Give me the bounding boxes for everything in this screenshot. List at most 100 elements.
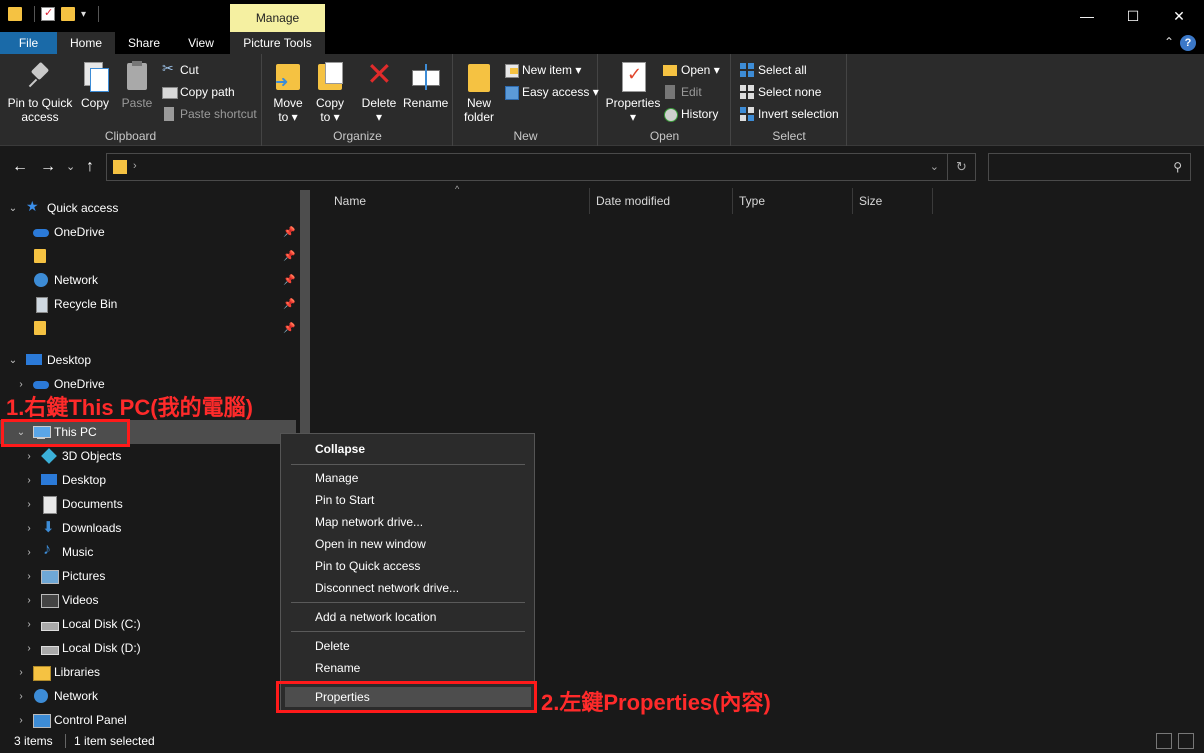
move-to-button[interactable]: Move to ▾ (271, 60, 305, 124)
pinned-icon[interactable]: 📌 (283, 227, 295, 238)
nav-desktop[interactable]: ⌄ Desktop (0, 348, 296, 372)
new-folder-icon[interactable] (61, 7, 75, 21)
column-header-type[interactable]: Type (733, 188, 853, 214)
nav-control-panel[interactable]: › Control Panel (0, 708, 296, 729)
collapsed-chevron-icon[interactable]: › (14, 379, 28, 390)
nav-label: 3D Objects (62, 449, 122, 463)
pinned-icon[interactable]: 📌 (283, 275, 295, 286)
menu-item-add-network-location[interactable]: Add a network location (315, 606, 436, 628)
properties-icon[interactable] (41, 6, 55, 21)
nav-network[interactable]: › Network (0, 684, 296, 708)
collapsed-chevron-icon[interactable]: › (22, 547, 36, 558)
properties-button[interactable]: Properties ▾ (603, 60, 663, 124)
nav-qa-recycle-bin[interactable]: Recycle Bin 📌 (0, 292, 296, 316)
tab-home[interactable]: Home (57, 32, 115, 54)
minimize-button[interactable]: — (1064, 0, 1110, 32)
nav-music[interactable]: › Music (0, 540, 296, 564)
nav-pc-desktop[interactable]: › Desktop (0, 468, 296, 492)
pin-to-quick-access-button[interactable]: Pin to Quick access (6, 60, 74, 124)
edit-button[interactable]: Edit (663, 82, 702, 102)
expanded-chevron-icon[interactable]: ⌄ (6, 355, 20, 366)
paste-button[interactable]: Paste (118, 60, 156, 110)
minimize-ribbon-chevron-icon[interactable]: ⌃ (1164, 35, 1174, 49)
nav-quick-access[interactable]: ⌄ Quick access (0, 196, 296, 220)
nav-documents[interactable]: › Documents (0, 492, 296, 516)
collapsed-chevron-icon[interactable]: › (14, 715, 28, 726)
back-arrow-icon[interactable]: ← (12, 158, 28, 176)
nav-libraries[interactable]: › Libraries (0, 660, 296, 684)
tab-file[interactable]: File (0, 32, 57, 54)
tab-view[interactable]: View (173, 32, 229, 54)
new-folder-button[interactable]: New folder (462, 60, 496, 124)
collapsed-chevron-icon[interactable]: › (22, 499, 36, 510)
maximize-button[interactable]: ☐ (1110, 0, 1156, 32)
menu-item-open-in-new-window[interactable]: Open in new window (315, 533, 426, 555)
scrollbar-thumb[interactable] (300, 190, 310, 440)
manage-contextual-tab[interactable]: Manage (230, 4, 325, 32)
menu-item-map-network-drive[interactable]: Map network drive... (315, 511, 423, 533)
delete-button[interactable]: Delete ▾ (359, 58, 399, 124)
menu-item-delete[interactable]: Delete (315, 635, 350, 657)
easy-access-icon (504, 85, 519, 100)
customize-toolbar-chevron-icon[interactable]: ▾ (81, 9, 86, 20)
tab-picture-tools[interactable]: Picture Tools (230, 32, 325, 54)
open-button[interactable]: Open ▾ (663, 60, 720, 80)
collapsed-chevron-icon[interactable]: › (22, 595, 36, 606)
nav-qa-folder-2[interactable]: 📌 (0, 316, 296, 340)
forward-arrow-icon[interactable]: → (40, 158, 56, 176)
up-arrow-icon[interactable]: ↑ (86, 158, 94, 176)
menu-item-pin-to-quick-access[interactable]: Pin to Quick access (315, 555, 420, 577)
pinned-icon[interactable]: 📌 (283, 251, 295, 262)
large-icons-view-icon[interactable] (1178, 733, 1194, 749)
address-dropdown-chevron-icon[interactable]: ⌄ (930, 160, 939, 173)
menu-item-pin-to-start[interactable]: Pin to Start (315, 489, 374, 511)
help-icon[interactable]: ? (1180, 35, 1196, 51)
nav-qa-network[interactable]: Network 📌 (0, 268, 296, 292)
collapsed-chevron-icon[interactable]: › (22, 643, 36, 654)
collapsed-chevron-icon[interactable]: › (22, 571, 36, 582)
column-header-date-modified[interactable]: Date modified (590, 188, 733, 214)
copy-button[interactable]: Copy (78, 60, 112, 110)
copy-path-button[interactable]: Copy path (162, 82, 235, 102)
copy-to-button[interactable]: Copy to ▾ (313, 60, 347, 124)
menu-item-rename[interactable]: Rename (315, 657, 360, 679)
invert-selection-button[interactable]: Invert selection (740, 104, 839, 124)
expanded-chevron-icon[interactable]: ⌄ (6, 203, 20, 214)
collapsed-chevron-icon[interactable]: › (14, 691, 28, 702)
pinned-icon[interactable]: 📌 (283, 299, 295, 310)
nav-videos[interactable]: › Videos (0, 588, 296, 612)
collapsed-chevron-icon[interactable]: › (22, 523, 36, 534)
menu-item-collapse[interactable]: Collapse (315, 438, 365, 460)
paste-shortcut-button[interactable]: Paste shortcut (162, 104, 257, 124)
search-input[interactable]: ⚲ (988, 153, 1191, 181)
select-all-button[interactable]: Select all (740, 60, 807, 80)
pinned-icon[interactable]: 📌 (283, 323, 295, 334)
rename-button[interactable]: Rename (403, 60, 448, 110)
collapsed-chevron-icon[interactable]: › (22, 475, 36, 486)
collapsed-chevron-icon[interactable]: › (14, 667, 28, 678)
new-item-button[interactable]: New item ▾ (504, 60, 581, 80)
menu-item-disconnect-network-drive[interactable]: Disconnect network drive... (315, 577, 459, 599)
nav-downloads[interactable]: › Downloads (0, 516, 296, 540)
cut-button[interactable]: Cut (162, 60, 199, 80)
tab-share[interactable]: Share (115, 32, 173, 54)
history-button[interactable]: History (663, 104, 718, 124)
easy-access-button[interactable]: Easy access ▾ (504, 82, 599, 102)
nav-qa-onedrive[interactable]: OneDrive 📌 (0, 220, 296, 244)
breadcrumb-chevron-icon[interactable]: › (133, 160, 137, 172)
nav-pictures[interactable]: › Pictures (0, 564, 296, 588)
nav-3d-objects[interactable]: › 3D Objects (0, 444, 296, 468)
address-bar[interactable]: › ⌄ ↻ (106, 153, 976, 181)
nav-local-disk-c[interactable]: › Local Disk (C:) (0, 612, 296, 636)
nav-qa-folder[interactable]: 📌 (0, 244, 296, 268)
collapsed-chevron-icon[interactable]: › (22, 451, 36, 462)
details-view-icon[interactable] (1156, 733, 1172, 749)
close-button[interactable]: ✕ (1156, 0, 1202, 32)
collapsed-chevron-icon[interactable]: › (22, 619, 36, 630)
column-header-size[interactable]: Size (853, 188, 933, 214)
select-none-button[interactable]: Select none (740, 82, 821, 102)
refresh-icon[interactable]: ↻ (947, 154, 975, 180)
menu-item-manage[interactable]: Manage (315, 467, 358, 489)
recent-locations-chevron-icon[interactable]: ⌄ (66, 160, 75, 173)
nav-local-disk-d[interactable]: › Local Disk (D:) (0, 636, 296, 660)
